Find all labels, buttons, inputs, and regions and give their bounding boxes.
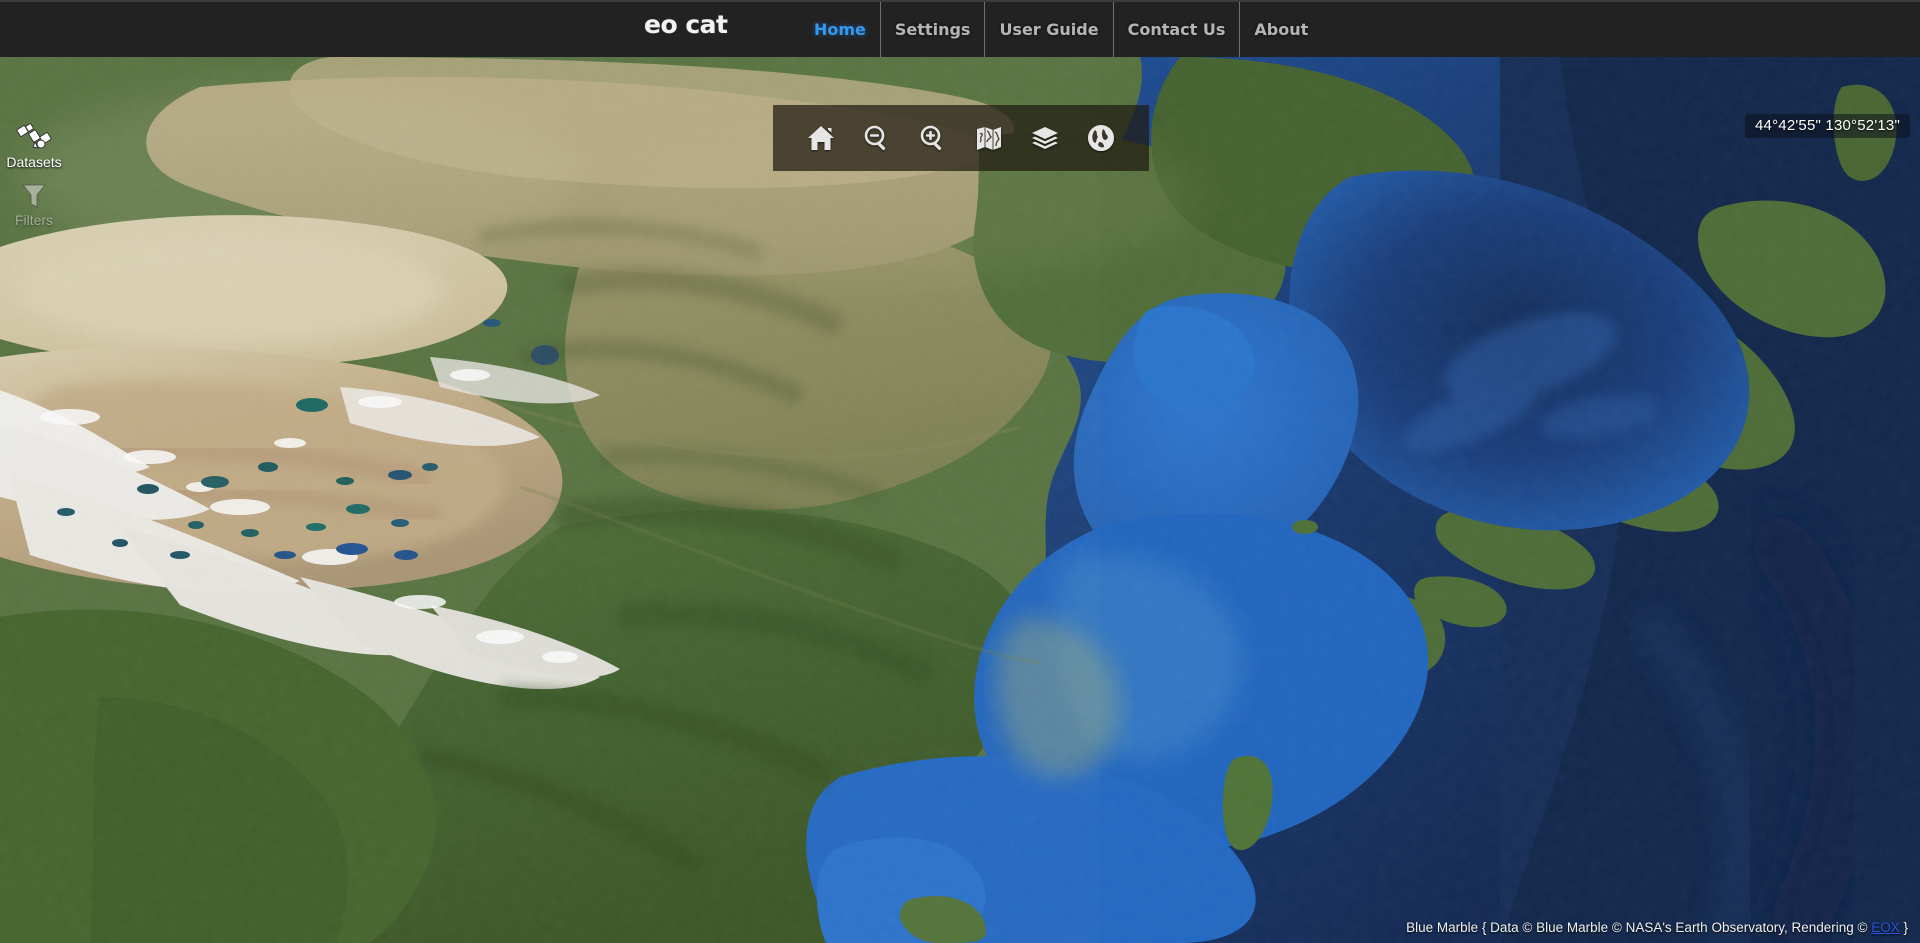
satellite-icon bbox=[14, 120, 54, 154]
main-navigation: Home Settings User Guide Contact Us Abou… bbox=[800, 2, 1322, 57]
zoom-in-button[interactable] bbox=[913, 118, 953, 158]
nav-link-user-guide[interactable]: User Guide bbox=[984, 2, 1112, 57]
globe-button[interactable] bbox=[1081, 118, 1121, 158]
home-button[interactable] bbox=[801, 118, 841, 158]
left-sidebar: Datasets Filters bbox=[0, 114, 68, 254]
map-viewport[interactable]: Datasets Filters 44°42'55" 130°52'13" Bl… bbox=[0, 57, 1920, 943]
map-attribution: Blue Marble { Data © Blue Marble © NASA'… bbox=[1406, 920, 1908, 935]
map-toolbar bbox=[773, 105, 1149, 171]
brand-logo: eo cat bbox=[644, 10, 728, 39]
nav-link-settings[interactable]: Settings bbox=[879, 2, 985, 57]
attribution-suffix-text: } bbox=[1899, 920, 1908, 935]
sidebar-item-datasets[interactable]: Datasets bbox=[0, 120, 68, 182]
map-icon bbox=[974, 123, 1004, 153]
sidebar-item-filters[interactable]: Filters bbox=[0, 178, 68, 240]
zoom-out-button[interactable] bbox=[857, 118, 897, 158]
funnel-icon bbox=[14, 178, 54, 212]
globe-icon bbox=[1086, 123, 1116, 153]
nav-link-contact-us[interactable]: Contact Us bbox=[1112, 2, 1240, 57]
zoom-out-icon bbox=[862, 123, 892, 153]
home-icon bbox=[806, 123, 836, 153]
coordinates-readout: 44°42'55" 130°52'13" bbox=[1745, 114, 1910, 138]
satellite-basemap-image bbox=[0, 57, 1920, 943]
layers-icon bbox=[1030, 123, 1060, 153]
zoom-in-icon bbox=[918, 123, 948, 153]
top-header: eo cat Home Settings User Guide Contact … bbox=[0, 0, 1920, 57]
sidebar-item-filters-label: Filters bbox=[14, 212, 54, 228]
nav-link-home[interactable]: Home bbox=[800, 2, 880, 57]
application-root: eo cat Home Settings User Guide Contact … bbox=[0, 0, 1920, 943]
layers-button[interactable] bbox=[1025, 118, 1065, 158]
nav-link-about[interactable]: About bbox=[1239, 2, 1322, 57]
attribution-prefix-text: Blue Marble { Data © Blue Marble © NASA'… bbox=[1406, 920, 1872, 935]
map-button[interactable] bbox=[969, 118, 1009, 158]
sidebar-item-datasets-label: Datasets bbox=[6, 154, 62, 170]
attribution-eox-link[interactable]: EOX bbox=[1871, 920, 1900, 935]
